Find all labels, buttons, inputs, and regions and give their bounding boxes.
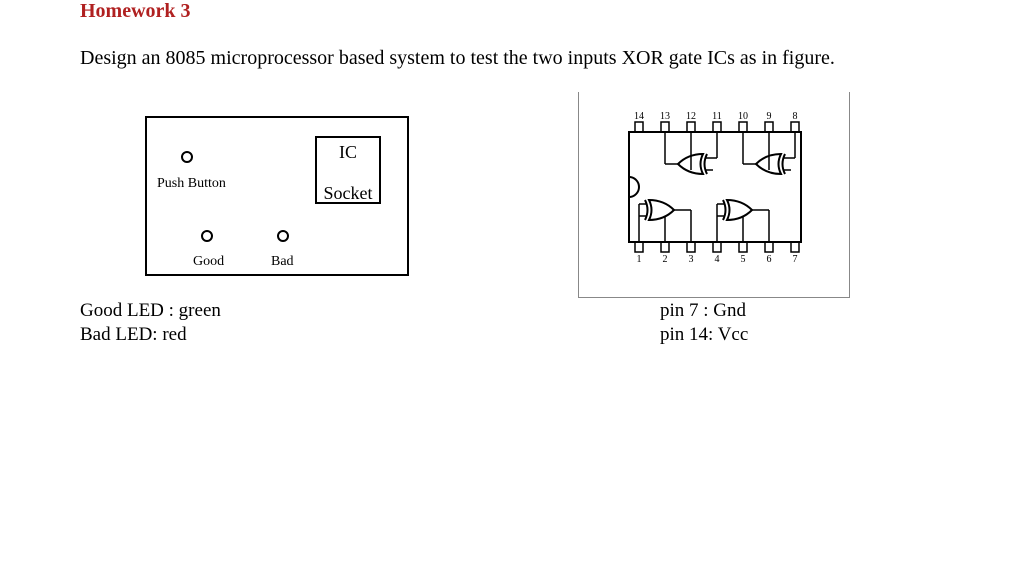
good-led-icon — [201, 230, 213, 242]
xor-gate-bottom-right — [717, 200, 769, 242]
bottom-pins: 1 2 3 4 5 6 7 — [635, 242, 799, 265]
xor-gate-top-left — [665, 132, 717, 174]
pin-8-label: 8 — [793, 111, 798, 122]
pin-2-label: 2 — [663, 254, 668, 265]
good-led-color-text: Good LED : green — [80, 300, 221, 322]
good-led-label: Good — [193, 254, 224, 270]
socket-label: Socket — [317, 183, 379, 204]
ic-pinout-svg: 14 13 12 11 10 9 8 1 2 3 4 5 — [579, 92, 851, 298]
pin14-info: pin 14: Vcc — [660, 324, 748, 346]
pin-4-label: 4 — [715, 254, 720, 265]
pin7-info: pin 7 : Gnd — [660, 300, 746, 322]
pin-12-label: 12 — [686, 111, 696, 122]
pin-11-label: 11 — [712, 111, 722, 122]
ic-socket-box: IC Socket — [315, 136, 381, 204]
bad-led-icon — [277, 230, 289, 242]
pin-3-label: 3 — [689, 254, 694, 265]
tester-panel-diagram: Push Button IC Socket Good Bad — [145, 116, 409, 276]
bad-led-color-text: Bad LED: red — [80, 324, 187, 346]
pin-1-label: 1 — [637, 254, 642, 265]
push-button-icon — [181, 151, 193, 163]
xor-gate-top-right — [743, 132, 795, 174]
pin-9-label: 9 — [767, 111, 772, 122]
pin-10-label: 10 — [738, 111, 748, 122]
pin-5-label: 5 — [741, 254, 746, 265]
top-pins: 14 13 12 11 10 9 8 — [634, 111, 799, 132]
push-button-label: Push Button — [157, 176, 226, 192]
pin-7-label: 7 — [793, 254, 798, 265]
ic-label: IC — [317, 138, 379, 163]
bad-led-label: Bad — [271, 254, 294, 270]
pin-6-label: 6 — [767, 254, 772, 265]
page-title: Homework 3 — [80, 0, 191, 23]
pin-13-label: 13 — [660, 111, 670, 122]
pin-14-label: 14 — [634, 111, 644, 122]
xor-ic-pinout-diagram: 14 13 12 11 10 9 8 1 2 3 4 5 — [578, 92, 850, 298]
xor-gate-bottom-left — [639, 200, 691, 242]
problem-description: Design an 8085 microprocessor based syst… — [80, 47, 835, 70]
